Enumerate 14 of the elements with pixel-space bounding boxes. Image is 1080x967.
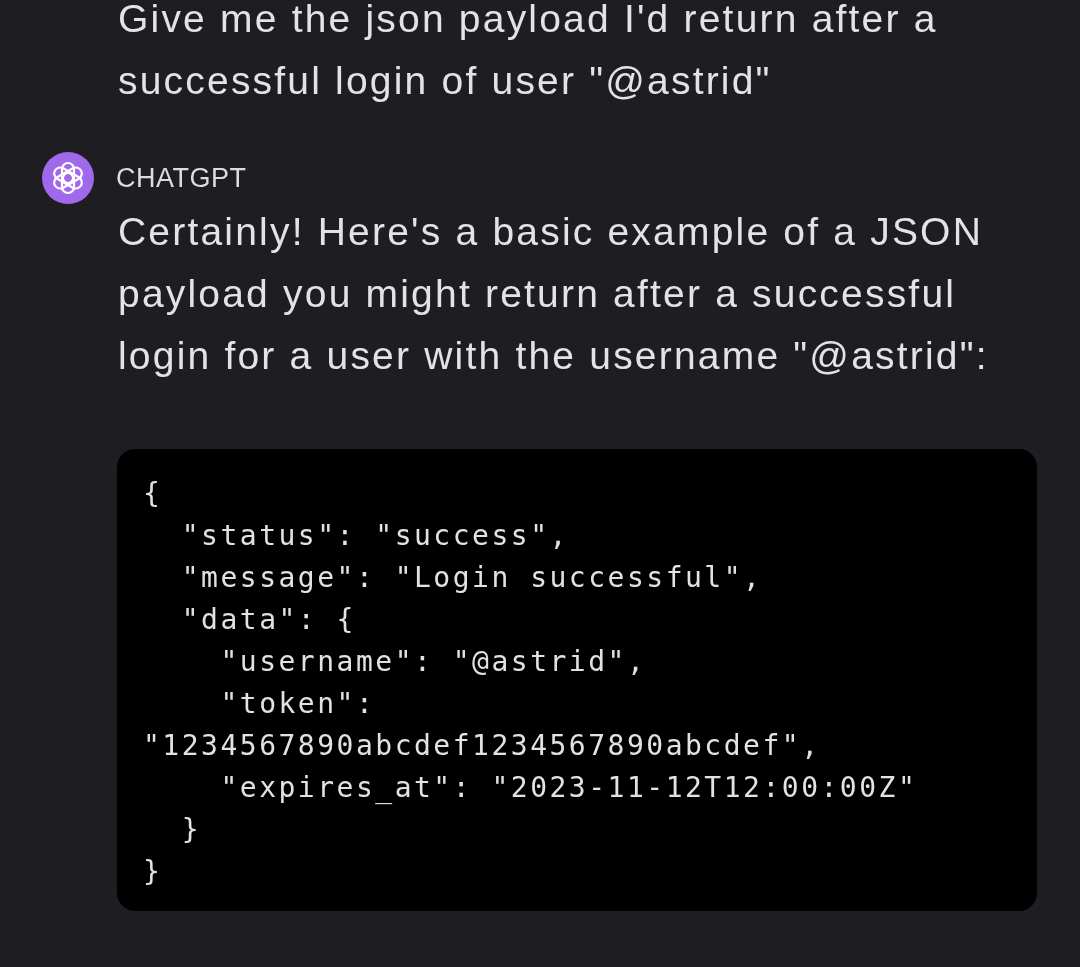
code-line: "expires_at": "2023-11-12T12:00:00Z" bbox=[219, 770, 918, 806]
code-line: "status": "success", bbox=[180, 518, 569, 554]
code-line: } bbox=[143, 854, 163, 890]
flower-emblem-icon bbox=[42, 152, 94, 204]
user-message-text: Give me the json payload I'd return after a successful login of user "@astrid" bbox=[118, 0, 939, 104]
code-line: { bbox=[143, 476, 163, 512]
assistant-message-text: Certainly! Here's a basic example of a JSON payload you might return after a successful login for a user with the username "@astrid": bbox=[118, 209, 990, 379]
code-line: "token": bbox=[219, 686, 376, 722]
code-line: "message": "Login successful", bbox=[180, 560, 763, 596]
code-line: "1234567890abcdef1234567890abcdef", bbox=[143, 728, 821, 764]
author-name: CHATGPT bbox=[116, 162, 247, 195]
code-line: } bbox=[180, 812, 202, 848]
code-line: "data": { bbox=[180, 602, 356, 638]
code-line: "username": "@astrid", bbox=[219, 644, 647, 680]
